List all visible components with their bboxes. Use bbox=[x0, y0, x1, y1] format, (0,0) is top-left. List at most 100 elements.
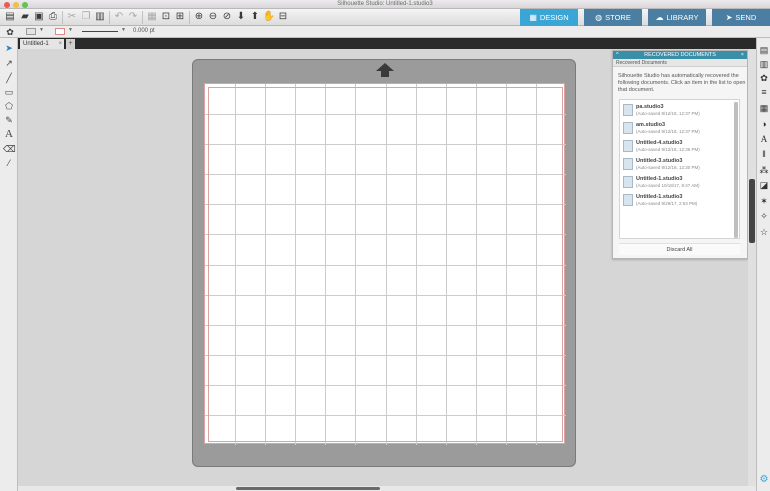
tab-store-label: STORE bbox=[605, 13, 631, 22]
move-up-icon[interactable]: ⬆ bbox=[249, 11, 261, 23]
document-tab-label: Untitled-1 bbox=[23, 41, 49, 47]
move-down-icon[interactable]: ⬇ bbox=[235, 11, 247, 23]
list-scrollbar[interactable] bbox=[734, 102, 738, 238]
rectangle-tool-icon[interactable]: ▭ bbox=[3, 86, 15, 98]
chevron-down-icon[interactable]: ▼ bbox=[121, 27, 126, 33]
list-item[interactable]: Untitled-4.studio3 (Auto-saved 8/12/18, … bbox=[622, 138, 734, 155]
knife-tool-icon[interactable]: ✎ bbox=[3, 114, 15, 126]
feed-direction-arrow-icon bbox=[376, 63, 394, 77]
list-item[interactable]: am.studio3 (Auto-saved 8/12/18, 12:37 PM… bbox=[622, 120, 734, 137]
grid-panel-icon[interactable]: ▦ bbox=[758, 102, 770, 114]
close-icon[interactable]: × bbox=[741, 51, 744, 59]
collapse-chevron-icon[interactable]: ^ bbox=[616, 51, 619, 59]
document-file-icon bbox=[623, 194, 633, 206]
document-name: Untitled-1.studio3 bbox=[636, 194, 683, 200]
page-setup-icon[interactable]: ▤ bbox=[758, 44, 770, 56]
zoom-fit-icon[interactable]: ⊘ bbox=[221, 11, 233, 23]
fill-panel-icon[interactable]: ✿ bbox=[758, 72, 770, 84]
zoom-out-icon[interactable]: ⊖ bbox=[207, 11, 219, 23]
document-tab[interactable]: Untitled-1 × bbox=[20, 39, 64, 49]
paper-area[interactable] bbox=[204, 83, 566, 445]
line-color-swatch[interactable] bbox=[55, 28, 65, 35]
workspace-tabs: ▦ DESIGN ◍ STORE ☁ LIBRARY ➤ SEND bbox=[514, 9, 770, 26]
panel-header: ^ RECOVERED DOCUMENTS × bbox=[613, 51, 747, 59]
document-name: pa.studio3 bbox=[636, 104, 664, 110]
send-icon: ➤ bbox=[725, 13, 733, 22]
fill-pattern-icon[interactable]: ✿ bbox=[4, 26, 16, 38]
eraser-tool-icon[interactable]: ⌫ bbox=[3, 143, 16, 155]
undo-icon[interactable]: ↶ bbox=[113, 11, 125, 23]
vertical-scrollbar[interactable] bbox=[748, 49, 756, 486]
cloud-icon: ☁ bbox=[655, 13, 664, 22]
modify-panel-icon[interactable]: ◪ bbox=[758, 179, 770, 191]
vertical-scrollbar-thumb[interactable] bbox=[749, 179, 755, 243]
tab-store[interactable]: ◍ STORE bbox=[584, 9, 642, 26]
right-panel-icons: ▤ ▥ ✿ ≡ ▦ ◑ A ‖ ⁂ ◪ ✶ ✧ ☆ bbox=[756, 38, 770, 491]
fit-page-icon[interactable]: ⊟ bbox=[277, 11, 289, 23]
zoom-in-icon[interactable]: ⊕ bbox=[193, 11, 205, 23]
star-panel-icon[interactable]: ☆ bbox=[758, 226, 770, 238]
grid-icon: ▦ bbox=[529, 13, 537, 22]
settings-gear-icon[interactable]: ⚙ bbox=[758, 474, 770, 486]
line-weight-field[interactable]: 0.000 pt bbox=[133, 28, 155, 34]
pan-icon[interactable]: ✋ bbox=[263, 11, 275, 23]
tab-send[interactable]: ➤ SEND bbox=[712, 9, 770, 26]
chevron-down-icon[interactable]: ▼ bbox=[39, 27, 44, 33]
copy-icon[interactable]: ❐ bbox=[80, 11, 92, 23]
transparency-panel-icon[interactable]: ◑ bbox=[758, 118, 770, 130]
list-item[interactable]: pa.studio3 (Auto-saved 8/12/18, 12:37 PM… bbox=[622, 102, 734, 119]
horizontal-scrollbar[interactable] bbox=[18, 486, 758, 491]
document-file-icon bbox=[623, 104, 633, 116]
close-tab-icon[interactable]: × bbox=[58, 39, 62, 49]
grid-lines bbox=[205, 84, 566, 445]
document-autosave-time: (Auto-saved 8/12/18, 12:37 PM) bbox=[636, 129, 700, 134]
select-point-icon[interactable]: ⊞ bbox=[174, 11, 186, 23]
align-panel-icon[interactable]: ‖ bbox=[758, 148, 770, 160]
document-autosave-time: (Auto-saved 8/12/18, 12:30 PM) bbox=[636, 165, 700, 170]
deselect-icon[interactable]: ⊡ bbox=[160, 11, 172, 23]
polygon-tool-icon[interactable]: ⬠ bbox=[3, 100, 15, 112]
document-name: am.studio3 bbox=[636, 122, 666, 128]
horizontal-scrollbar-thumb[interactable] bbox=[236, 487, 380, 490]
line-style-preview[interactable] bbox=[82, 31, 118, 32]
list-scrollbar-thumb[interactable] bbox=[734, 102, 738, 238]
edit-points-icon[interactable]: ↗ bbox=[3, 57, 15, 69]
toolbar-divider bbox=[189, 11, 190, 24]
application-window: Silhouette Studio: Untitled-1.studio3 ▤ … bbox=[0, 0, 770, 491]
tab-library[interactable]: ☁ LIBRARY bbox=[648, 9, 706, 26]
panel-title: RECOVERED DOCUMENTS bbox=[644, 52, 716, 58]
fill-color-swatch[interactable] bbox=[26, 28, 36, 35]
text-style-panel-icon[interactable]: A bbox=[758, 133, 770, 145]
document-tab-strip: Untitled-1 × + bbox=[18, 38, 758, 49]
list-item[interactable]: Untitled-1.studio3 (Auto-saved 8/29/17, … bbox=[622, 192, 734, 209]
add-tab-button[interactable]: + bbox=[66, 39, 75, 49]
select-arrow-icon[interactable]: ➤ bbox=[3, 42, 15, 54]
panel-subtitle: Recovered Documents bbox=[613, 59, 747, 67]
chevron-down-icon[interactable]: ▼ bbox=[68, 27, 73, 33]
eyedropper-tool-icon[interactable]: ⁄ bbox=[3, 157, 15, 169]
list-item[interactable]: Untitled-1.studio3 (Auto-saved 10/18/17,… bbox=[622, 174, 734, 191]
trace-panel-icon[interactable]: ✧ bbox=[758, 210, 770, 222]
select-all-icon[interactable]: ▦ bbox=[146, 11, 158, 23]
save-icon[interactable]: ▣ bbox=[33, 11, 45, 23]
open-icon[interactable]: ▰ bbox=[19, 11, 31, 23]
title-bar: Silhouette Studio: Untitled-1.studio3 bbox=[0, 0, 770, 9]
offset-panel-icon[interactable]: ✶ bbox=[758, 195, 770, 207]
paste-icon[interactable]: ▥ bbox=[94, 11, 106, 23]
library-panel-icon[interactable]: ▥ bbox=[758, 58, 770, 70]
list-item[interactable]: Untitled-3.studio3 (Auto-saved 8/12/18, … bbox=[622, 156, 734, 173]
tab-design[interactable]: ▦ DESIGN bbox=[520, 9, 578, 26]
replicate-panel-icon[interactable]: ⁂ bbox=[758, 164, 770, 176]
print-icon[interactable]: ⎙ bbox=[47, 11, 59, 23]
line-tool-icon[interactable]: ╱ bbox=[3, 72, 15, 84]
toolbar-divider bbox=[62, 11, 63, 24]
document-file-icon bbox=[623, 176, 633, 188]
cutting-mat bbox=[192, 59, 576, 467]
new-icon[interactable]: ▤ bbox=[4, 11, 16, 23]
discard-all-button[interactable]: Discard All bbox=[619, 243, 740, 255]
redo-icon[interactable]: ↷ bbox=[127, 11, 139, 23]
main-toolbar: ▤ ▰ ▣ ⎙ ✂ ❐ ▥ ↶ ↷ ▦ ⊡ ⊞ ⊕ ⊖ ⊘ ⬇ ⬆ ✋ ⊟ ▦ … bbox=[0, 9, 770, 26]
line-panel-icon[interactable]: ≡ bbox=[758, 86, 770, 98]
text-tool-icon[interactable]: A bbox=[3, 128, 15, 140]
cut-icon[interactable]: ✂ bbox=[66, 11, 78, 23]
